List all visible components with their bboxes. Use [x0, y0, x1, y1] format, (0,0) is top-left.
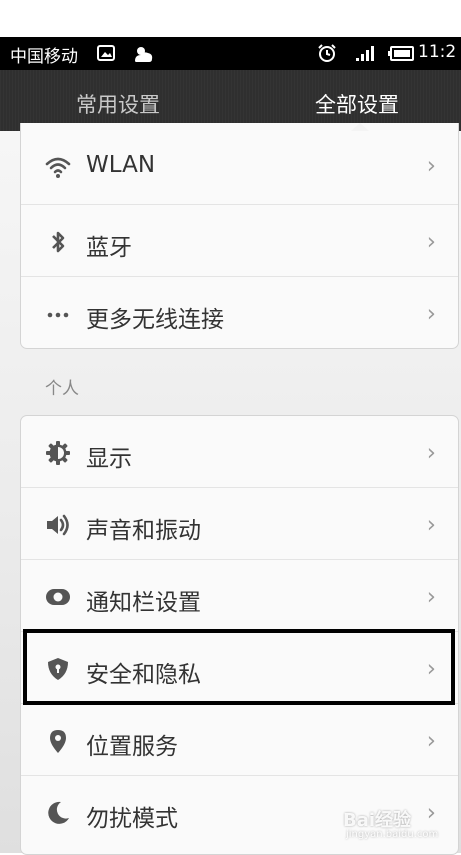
bluetooth-icon — [52, 231, 65, 253]
tab-bar: 常用设置 全部设置 — [0, 70, 461, 131]
list-item-location-services[interactable]: 位置服务 › — [21, 704, 458, 776]
list-item-display[interactable]: 显示 › — [21, 416, 458, 488]
wifi-icon — [45, 157, 71, 178]
battery-icon — [388, 46, 414, 61]
display-label: 显示 — [86, 446, 132, 472]
signal-icon — [356, 46, 374, 61]
chevron-right-icon: › — [426, 153, 436, 179]
tab-all-settings[interactable]: 全部设置 — [315, 89, 399, 119]
section-header-personal: 个人 — [45, 379, 79, 399]
wireless-section: WLAN › 蓝牙 › 更多无线连接 › — [20, 123, 459, 349]
watermark-url: jingyan.baidu.com — [346, 829, 439, 840]
security-privacy-label: 安全和隐私 — [86, 662, 201, 688]
status-bar: 中国移动 11:2 — [0, 37, 461, 70]
chevron-right-icon: › — [426, 584, 436, 610]
wlan-label: WLAN — [86, 152, 156, 178]
image-notification-icon — [97, 45, 115, 61]
notification-bar-label: 通知栏设置 — [86, 590, 201, 616]
chevron-right-icon: › — [426, 229, 436, 255]
tab-indicator — [351, 123, 369, 131]
list-item-security-privacy[interactable]: 安全和隐私 › — [21, 632, 458, 704]
toggle-icon — [46, 589, 70, 605]
tab-common-settings[interactable]: 常用设置 — [76, 89, 160, 119]
sound-vibration-label: 声音和振动 — [86, 518, 201, 544]
chevron-right-icon: › — [426, 800, 436, 826]
list-item-wlan[interactable]: WLAN › — [21, 123, 458, 205]
do-not-disturb-label: 勿扰模式 — [86, 806, 178, 832]
carrier-label: 中国移动 — [10, 47, 78, 67]
chevron-right-icon: › — [426, 440, 436, 466]
list-item-sound-vibration[interactable]: 声音和振动 › — [21, 488, 458, 560]
bluetooth-label: 蓝牙 — [86, 235, 132, 261]
shield-icon — [48, 658, 68, 680]
chevron-right-icon: › — [426, 656, 436, 682]
clock: 11:2 — [418, 42, 457, 62]
list-item-notification-bar[interactable]: 通知栏设置 › — [21, 560, 458, 632]
weather-icon — [135, 47, 153, 62]
display-gear-icon — [46, 441, 70, 465]
list-item-bluetooth[interactable]: 蓝牙 › — [21, 205, 458, 277]
list-item-more-wireless[interactable]: 更多无线连接 › — [21, 277, 458, 348]
moon-icon — [48, 801, 69, 824]
more-dots-icon — [47, 312, 69, 318]
location-services-label: 位置服务 — [86, 734, 178, 760]
alarm-icon — [318, 44, 336, 62]
chevron-right-icon: › — [426, 728, 436, 754]
location-pin-icon — [50, 730, 66, 753]
chevron-right-icon: › — [426, 512, 436, 538]
personal-section: 显示 › 声音和振动 › 通知栏设置 › 安全和隐私 › 位置服务 › 勿扰模式… — [20, 415, 459, 855]
more-wireless-label: 更多无线连接 — [86, 307, 224, 333]
settings-list[interactable]: WLAN › 蓝牙 › 更多无线连接 › 个人 显示 › 声音和振动 › 通知栏… — [0, 123, 461, 855]
speaker-icon — [47, 514, 69, 536]
chevron-right-icon: › — [426, 301, 436, 327]
